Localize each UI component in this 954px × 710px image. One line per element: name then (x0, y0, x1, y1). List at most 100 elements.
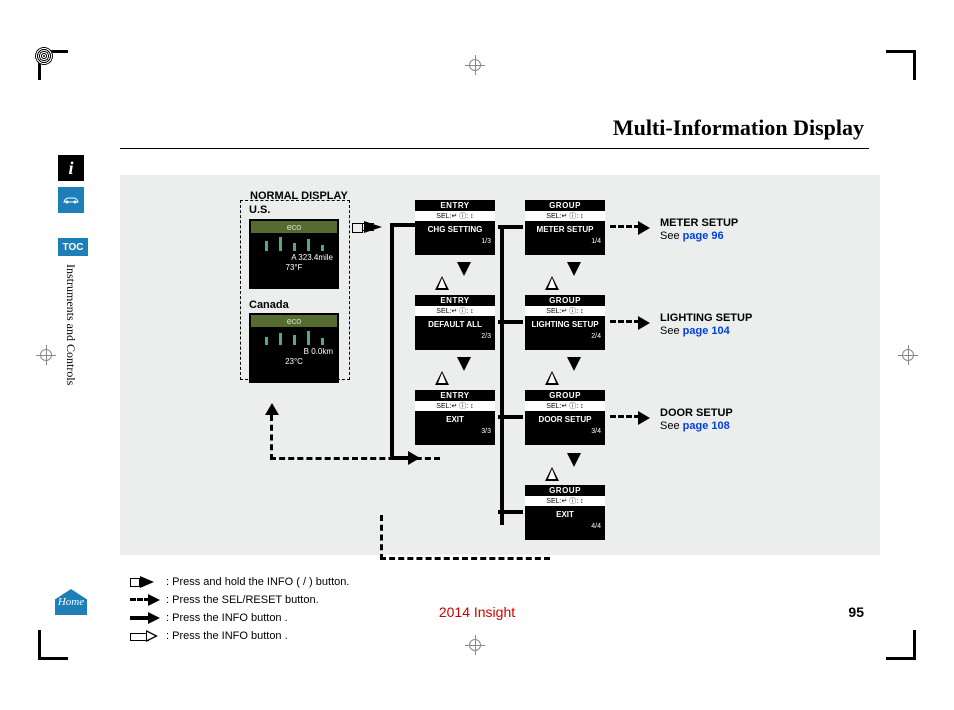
crop-mark (38, 50, 68, 80)
menu-head: GROUP (525, 295, 605, 306)
see-text: See (660, 230, 683, 242)
menu-body: DOOR SETUP (525, 411, 605, 428)
menu-sel: SEL:↵ ⓘ: ↕ (415, 211, 495, 221)
registration-mark (465, 635, 485, 655)
eco-display-us: eco A 323.4mile 73°F (249, 219, 339, 289)
legend-row: : Press and hold the INFO ( / ) button. (130, 573, 349, 591)
menu-sel: SEL:↵ ⓘ: ↕ (415, 306, 495, 316)
group-menu-2: GROUP SEL:↵ ⓘ: ↕ LIGHTING SETUP 2/4 (525, 295, 605, 350)
arrow-up-down (545, 357, 581, 385)
menu-foot: 1/4 (525, 238, 605, 245)
eco-head: eco (251, 221, 337, 233)
rule (120, 148, 869, 149)
arrow-up-down (435, 357, 471, 385)
temp-text: 73°F (251, 263, 337, 273)
legend-text: : Press and hold the INFO ( / ) button. (166, 572, 349, 592)
see-text: See (660, 420, 683, 432)
menu-sel: SEL:↵ ⓘ: ↕ (525, 306, 605, 316)
connector (498, 510, 523, 514)
setup-name: DOOR SETUP (660, 407, 733, 419)
menu-foot: 2/3 (415, 333, 495, 340)
arrow-dashed (610, 225, 640, 228)
page-title: Multi-Information Display (613, 115, 864, 141)
menu-sel: SEL:↵ ⓘ: ↕ (525, 401, 605, 411)
legend-text: : Press the INFO button . (166, 626, 288, 646)
arrow-up-down (545, 262, 581, 290)
connector-dashed (380, 515, 550, 560)
home-button[interactable]: Home (55, 589, 87, 615)
crop-mark (886, 630, 916, 660)
flow-diagram: NORMAL DISPLAY U.S. eco A 323.4mile 73°F… (120, 175, 880, 555)
us-label: U.S. (249, 204, 270, 216)
legend-icon-sel (130, 594, 162, 606)
menu-sel: SEL:↵ ⓘ: ↕ (415, 401, 495, 411)
group-menu-3: GROUP SEL:↵ ⓘ: ↕ DOOR SETUP 3/4 (525, 390, 605, 445)
temp-text: 23°C (251, 357, 337, 367)
sidebar: i TOC Instruments and Controls (58, 155, 103, 385)
section-label: Instruments and Controls (63, 264, 78, 385)
connector (498, 415, 523, 419)
connector (498, 225, 523, 229)
setup-name: METER SETUP (660, 217, 738, 229)
footer-page: 95 (848, 604, 864, 620)
eco-head: eco (251, 315, 337, 327)
eco-bars (251, 233, 337, 253)
setup-ref-door: DOOR SETUP See page 108 (660, 407, 733, 433)
legend-icon-info-up (130, 630, 162, 642)
canada-label: Canada (249, 299, 289, 311)
menu-head: GROUP (525, 390, 605, 401)
registration-mark (898, 345, 918, 365)
page-link[interactable]: page 104 (683, 325, 730, 337)
connector (498, 320, 523, 324)
menu-head: GROUP (525, 200, 605, 211)
menu-body: CHG SETTING (415, 221, 495, 238)
group-menu-1: GROUP SEL:↵ ⓘ: ↕ METER SETUP 1/4 (525, 200, 605, 255)
legend-row: : Press the INFO button . (130, 627, 349, 645)
entry-menu-1: ENTRY SEL:↵ ⓘ: ↕ CHG SETTING 1/3 (415, 200, 495, 255)
legend-text: : Press the SEL/RESET button. (166, 590, 319, 610)
menu-sel: SEL:↵ ⓘ: ↕ (525, 496, 605, 506)
menu-body: LIGHTING SETUP (525, 316, 605, 333)
eco-bars (251, 327, 337, 347)
toc-button[interactable]: TOC (58, 238, 88, 256)
menu-head: ENTRY (415, 200, 495, 211)
menu-foot: 3/4 (525, 428, 605, 435)
menu-head: ENTRY (415, 390, 495, 401)
normal-display-box: U.S. eco A 323.4mile 73°F Canada eco B 0… (240, 200, 350, 380)
setup-ref-lighting: LIGHTING SETUP See page 104 (660, 312, 752, 338)
legend-icon-info-down (130, 612, 162, 624)
legend-text: : Press the INFO button . (166, 608, 288, 628)
menu-head: GROUP (525, 485, 605, 496)
legend-row: : Press the SEL/RESET button. (130, 591, 349, 609)
legend: : Press and hold the INFO ( / ) button. … (130, 573, 349, 645)
crop-mark (38, 630, 68, 660)
menu-foot: 1/3 (415, 238, 495, 245)
legend-icon-hold (130, 576, 162, 588)
menu-body: DEFAULT ALL (415, 316, 495, 333)
arrow-dashed (610, 415, 640, 418)
arrow-dashed (610, 320, 640, 323)
registration-mark (465, 55, 485, 75)
entry-menu-2: ENTRY SEL:↵ ⓘ: ↕ DEFAULT ALL 2/3 (415, 295, 495, 350)
connector (500, 225, 520, 525)
page-link[interactable]: page 96 (683, 230, 724, 242)
legend-row: : Press the INFO button . (130, 609, 349, 627)
arrow-up-down (435, 262, 471, 290)
menu-body: METER SETUP (525, 221, 605, 238)
arrow-open (352, 220, 388, 234)
menu-sel: SEL:↵ ⓘ: ↕ (525, 211, 605, 221)
registration-mark (36, 345, 56, 365)
arrow-up-down (545, 453, 581, 481)
trip-text: A 323.4mile (251, 253, 337, 263)
crop-mark (886, 50, 916, 80)
setup-ref-meter: METER SETUP See page 96 (660, 217, 738, 243)
eco-display-canada: eco B 0.0km 23°C (249, 313, 339, 383)
footer-model: 2014 Insight (439, 604, 515, 620)
page-link[interactable]: page 108 (683, 420, 730, 432)
menu-head: ENTRY (415, 295, 495, 306)
see-text: See (660, 325, 683, 337)
car-button[interactable] (58, 187, 84, 213)
setup-name: LIGHTING SETUP (660, 312, 752, 324)
trip-text: B 0.0km (251, 347, 337, 357)
info-button[interactable]: i (58, 155, 84, 181)
